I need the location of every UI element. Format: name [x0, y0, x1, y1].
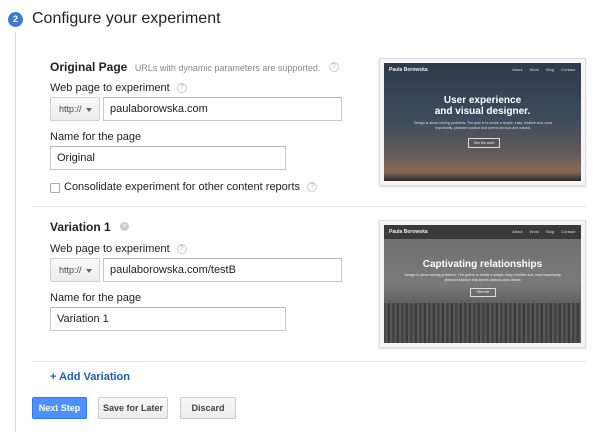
preview-headline: Captivating relationships: [422, 259, 543, 270]
step-timeline-line: [15, 32, 16, 432]
variation-name-input[interactable]: Variation 1: [50, 307, 286, 331]
variation-web-label: Web page to experiment: [50, 243, 170, 255]
original-name-input[interactable]: Original: [50, 146, 286, 170]
preview-headline-1: User experience: [443, 95, 522, 106]
preview-nav: About Work Blog Contact: [506, 67, 575, 72]
preview-site-name: Paula Borowska: [389, 229, 428, 235]
chevron-down-icon: [86, 108, 92, 112]
variation-protocol-select[interactable]: http://: [50, 258, 100, 282]
variation-heading-row: Variation 1 ×: [50, 218, 130, 236]
preview-headline-2: and visual designer.: [434, 106, 531, 117]
variation-web-label-row: Web page to experiment ?: [50, 243, 187, 255]
preview-nav-item: About: [512, 67, 523, 72]
preview-body: Design is about solving problems. The go…: [404, 273, 562, 282]
preview-site-name: Paula Borowska: [389, 67, 428, 73]
variation-url-input[interactable]: paulaborowska.com/testB: [103, 258, 342, 282]
help-icon[interactable]: ?: [307, 182, 318, 193]
next-step-button[interactable]: Next Step: [32, 397, 87, 419]
preview-nav: About Work Blog Contact: [506, 229, 575, 234]
preview-city-image: [384, 303, 581, 343]
original-page-heading: Original Page: [50, 60, 128, 74]
protocol-value: http://: [59, 265, 82, 275]
original-url-input[interactable]: paulaborowska.com: [103, 97, 342, 121]
section-divider: [32, 206, 586, 207]
variation-heading: Variation 1: [50, 220, 111, 234]
step-number-badge: 2: [8, 12, 23, 27]
help-icon[interactable]: ?: [176, 244, 187, 255]
preview-cta: See the work: [468, 138, 500, 148]
protocol-value: http://: [59, 104, 82, 114]
original-heading-row: Original Page URLs with dynamic paramete…: [50, 58, 339, 76]
preview-nav-item: Work: [529, 229, 539, 234]
help-icon[interactable]: ?: [328, 61, 339, 72]
original-protocol-select[interactable]: http://: [50, 97, 100, 121]
remove-variation-icon[interactable]: ×: [120, 222, 130, 232]
preview-nav-item: Blog: [546, 229, 555, 234]
preview-nav-item: About: [512, 229, 523, 234]
original-web-label-row: Web page to experiment ?: [50, 82, 187, 94]
help-icon[interactable]: ?: [176, 83, 187, 94]
original-page-note: URLs with dynamic parameters are support…: [134, 63, 321, 73]
variation-name-label: Name for the page: [50, 292, 142, 304]
page-title: Configure your experiment: [32, 10, 221, 27]
preview-nav-item: Contact: [561, 67, 575, 72]
consolidate-row: Consolidate experiment for other content…: [64, 181, 318, 193]
variation-page-preview: Paula Borowska About Work Blog Contact C…: [379, 220, 586, 348]
discard-button[interactable]: Discard: [180, 397, 236, 419]
consolidate-label: Consolidate experiment for other content…: [64, 181, 301, 193]
save-for-later-button[interactable]: Save for Later: [98, 397, 168, 419]
preview-nav-item: Work: [529, 67, 539, 72]
consolidate-checkbox[interactable]: [50, 183, 60, 193]
preview-body: Design is about solving problems. The go…: [413, 121, 553, 130]
preview-nav-item: Contact: [561, 229, 575, 234]
add-variation-link[interactable]: + Add Variation: [50, 371, 130, 383]
chevron-down-icon: [86, 269, 92, 273]
original-page-preview: Paula Borowska About Work Blog Contact U…: [379, 58, 586, 186]
section-divider: [32, 361, 586, 362]
original-name-label: Name for the page: [50, 131, 142, 143]
preview-nav-item: Blog: [546, 67, 555, 72]
preview-cta: Hire me: [470, 288, 496, 297]
original-web-label: Web page to experiment: [50, 82, 170, 94]
